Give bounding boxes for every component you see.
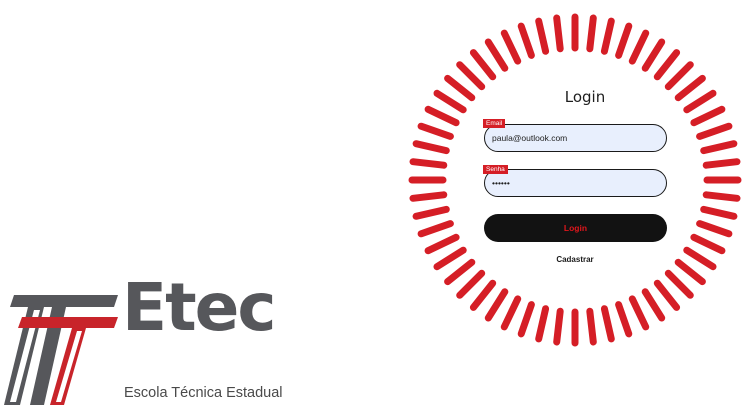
- burst-dash: [702, 158, 741, 169]
- login-button[interactable]: Login: [484, 214, 667, 242]
- burst-dash: [444, 74, 476, 102]
- burst-dash: [424, 233, 460, 255]
- burst-dash: [535, 305, 550, 343]
- burst-dash: [500, 29, 522, 65]
- burst-dash: [641, 38, 666, 72]
- burst-dash: [535, 17, 550, 55]
- burst-dash: [456, 61, 486, 91]
- burst-dash: [417, 220, 454, 238]
- burst-dash: [674, 258, 706, 286]
- burst-dash: [600, 17, 615, 55]
- burst-dash: [553, 307, 564, 346]
- burst-dash: [409, 191, 448, 202]
- burst-dash: [641, 288, 666, 322]
- burst-dash: [653, 279, 681, 311]
- burst-dash: [653, 49, 681, 81]
- burst-dash: [424, 105, 460, 127]
- burst-dash: [586, 14, 597, 53]
- burst-dash: [702, 191, 741, 202]
- login-title: Login: [564, 88, 606, 106]
- burst-dash: [417, 122, 454, 140]
- logo-wordmark: Etec: [122, 269, 277, 346]
- burst-dash: [517, 22, 535, 59]
- etec-t-emblem-icon: [4, 295, 118, 405]
- burst-dash: [433, 246, 467, 271]
- burst-dash: [690, 233, 726, 255]
- burst-dash: [696, 122, 733, 140]
- burst-dash: [469, 49, 497, 81]
- password-label: Senha: [483, 165, 508, 174]
- burst-dash: [553, 14, 564, 53]
- burst-dash: [664, 61, 694, 91]
- burst-dash: [469, 279, 497, 311]
- burst-dash: [456, 269, 486, 299]
- burst-dash: [696, 220, 733, 238]
- burst-dash: [484, 288, 509, 322]
- burst-dash: [433, 89, 467, 114]
- burst-dash: [664, 269, 694, 299]
- burst-dash: [674, 74, 706, 102]
- password-field[interactable]: [484, 169, 667, 197]
- burst-dash: [683, 89, 717, 114]
- burst-dash: [517, 301, 535, 338]
- burst-dash: [628, 295, 650, 331]
- burst-dash: [409, 158, 448, 169]
- burst-dash: [600, 305, 615, 343]
- email-field[interactable]: [484, 124, 667, 152]
- screen: Etec Escola Técnica Estadual Login Email…: [0, 0, 746, 412]
- burst-dash: [700, 205, 738, 220]
- email-label: Email: [483, 119, 506, 128]
- password-input[interactable]: [492, 174, 660, 192]
- burst-dash: [500, 295, 522, 331]
- register-link[interactable]: Cadastrar: [540, 255, 610, 264]
- burst-dash: [700, 140, 738, 155]
- burst-dash: [444, 258, 476, 286]
- burst-dash: [615, 22, 633, 59]
- burst-dash: [683, 246, 717, 271]
- burst-dash: [586, 307, 597, 346]
- burst-dash: [615, 301, 633, 338]
- burst-dash: [412, 140, 450, 155]
- burst-dash: [412, 205, 450, 220]
- email-input[interactable]: [492, 129, 660, 147]
- burst-dash: [690, 105, 726, 127]
- logo-subtitle: Escola Técnica Estadual: [124, 385, 283, 401]
- burst-dash: [628, 29, 650, 65]
- etec-logo: Etec Escola Técnica Estadual: [0, 265, 300, 412]
- burst-dash: [484, 38, 509, 72]
